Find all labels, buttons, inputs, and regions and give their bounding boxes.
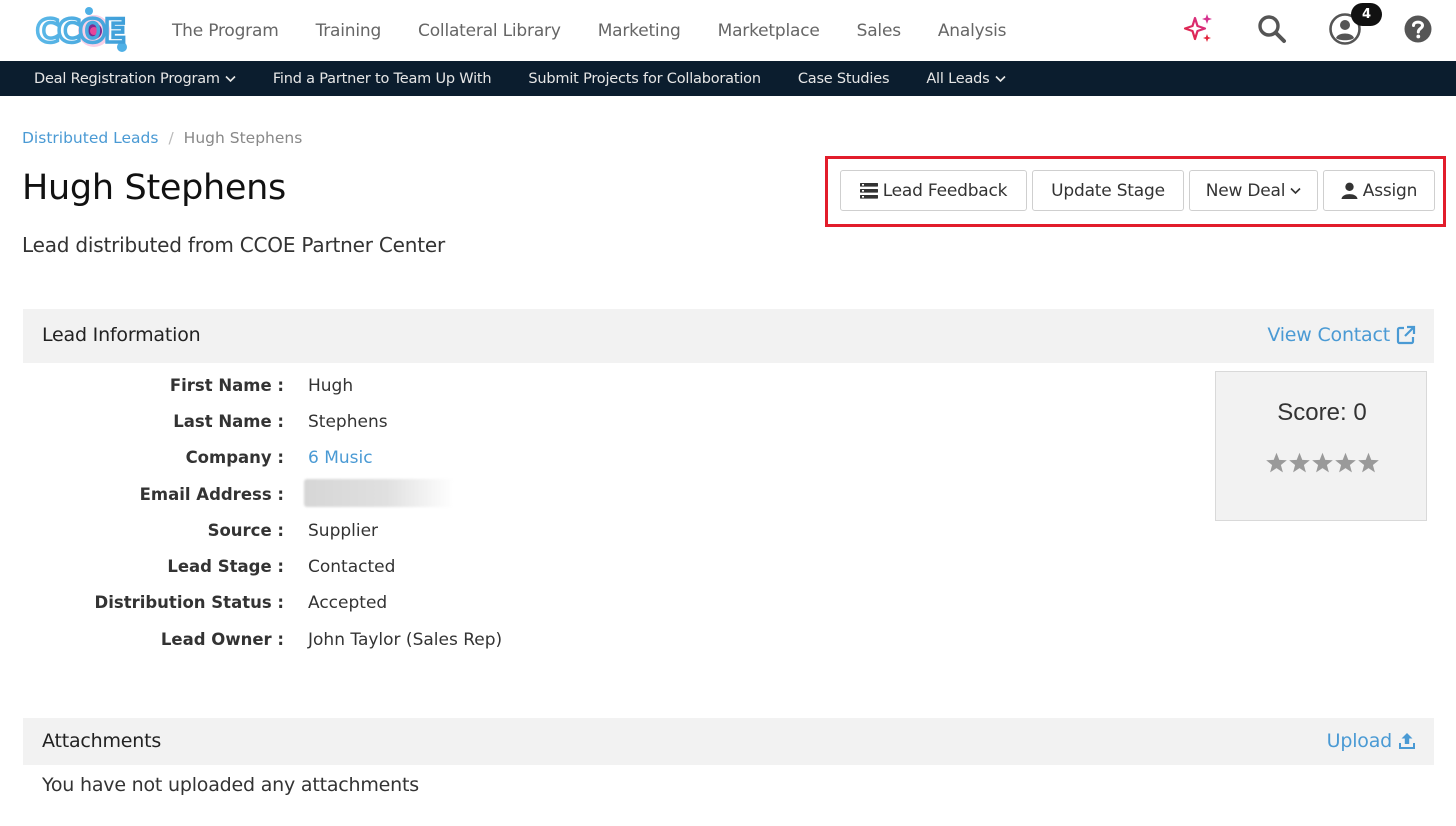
lead-feedback-button[interactable]: Lead Feedback (840, 170, 1027, 211)
sparkle-icon[interactable] (1181, 12, 1215, 46)
chevron-down-icon (1290, 187, 1301, 194)
field-label: Company : (185, 448, 284, 467)
help-icon[interactable] (1401, 12, 1435, 46)
subnav-submit-projects[interactable]: Submit Projects for Collaboration (528, 70, 761, 87)
subnav-label: All Leads (926, 70, 990, 87)
field-label: Distribution Status : (94, 593, 284, 612)
star-icon[interactable] (1311, 452, 1334, 474)
update-stage-label: Update Stage (1051, 180, 1165, 201)
score-value: Score: 0 (1277, 399, 1367, 426)
subnav-label: Deal Registration Program (34, 70, 220, 87)
nav-training[interactable]: Training (316, 21, 382, 41)
field-label: First Name : (169, 376, 284, 395)
field-value: Accepted (308, 593, 388, 613)
nav-marketplace[interactable]: Marketplace (718, 21, 820, 41)
subnav-label: Submit Projects for Collaboration (528, 70, 761, 87)
subnav-label: Case Studies (797, 70, 890, 87)
nav-the-program[interactable]: The Program (172, 21, 279, 41)
redacted-email (304, 479, 454, 507)
lead-feedback-label: Lead Feedback (882, 180, 1008, 201)
chevron-down-icon (994, 75, 1006, 82)
notification-badge: 4 (1351, 3, 1382, 26)
field-label: Lead Owner : (160, 630, 284, 649)
field-label: Source : (207, 521, 284, 540)
person-icon (1341, 182, 1358, 199)
lead-information-header: Lead Information View Contact (23, 309, 1434, 363)
field-email-address: Email Address : (0, 479, 700, 509)
update-stage-button[interactable]: Update Stage (1032, 170, 1184, 211)
upload-link[interactable]: Upload (1327, 730, 1416, 752)
field-value: Contacted (308, 557, 396, 577)
top-navbar: CCOE The Program Training Collateral Lib… (0, 0, 1456, 61)
nav-marketing[interactable]: Marketing (598, 21, 681, 41)
nav-collateral-library[interactable]: Collateral Library (418, 21, 561, 41)
external-link-icon (1396, 325, 1416, 345)
page-subtitle: Lead distributed from CCOE Partner Cente… (22, 233, 445, 257)
assign-label: Assign (1362, 180, 1418, 201)
star-rating (1216, 452, 1428, 474)
subnav-all-leads[interactable]: All Leads (926, 70, 1006, 87)
list-icon (859, 182, 878, 199)
no-attachments-message: You have not uploaded any attachments (42, 774, 419, 796)
company-link[interactable]: 6 Music (308, 448, 373, 468)
attachments-header: Attachments Upload (23, 718, 1434, 765)
field-company: Company : 6 Music (0, 448, 700, 472)
subnav-find-partner[interactable]: Find a Partner to Team Up With (273, 71, 492, 87)
field-value: Hugh (308, 376, 354, 396)
view-contact-label: View Contact (1267, 324, 1390, 346)
search-icon[interactable] (1255, 12, 1289, 46)
field-lead-stage: Lead Stage : Contacted (0, 557, 700, 581)
field-label: Lead Stage : (167, 557, 284, 576)
star-icon[interactable] (1357, 452, 1380, 474)
nav-sales[interactable]: Sales (857, 21, 901, 41)
new-deal-button[interactable]: New Deal (1189, 170, 1318, 211)
field-first-name: First Name : Hugh (0, 376, 700, 400)
star-icon[interactable] (1288, 452, 1311, 474)
breadcrumb-distributed-leads[interactable]: Distributed Leads (22, 129, 158, 147)
breadcrumb: Distributed Leads / Hugh Stephens (22, 129, 302, 147)
upload-icon (1399, 733, 1415, 749)
field-value: Supplier (308, 521, 379, 541)
field-last-name: Last Name : Stephens (0, 412, 700, 436)
ccoe-logo[interactable]: CCOE (34, 4, 132, 54)
score-card: Score: 0 (1215, 371, 1427, 521)
field-distribution-status: Distribution Status : Accepted (0, 593, 700, 617)
star-icon[interactable] (1265, 452, 1288, 474)
lead-information-title: Lead Information (42, 324, 201, 346)
field-lead-owner: Lead Owner : John Taylor (Sales Rep) (0, 630, 700, 654)
chevron-down-icon (225, 75, 236, 82)
field-label: Email Address : (139, 485, 284, 504)
attachments-title: Attachments (42, 730, 162, 752)
subnav-case-studies[interactable]: Case Studies (797, 70, 890, 87)
nav-analysis[interactable]: Analysis (938, 21, 1007, 41)
subnav-label: Find a Partner to Team Up With (272, 70, 492, 87)
secondary-navbar: Deal Registration Program Find a Partner… (0, 61, 1456, 96)
new-deal-label: New Deal (1205, 180, 1286, 201)
svg-text:CCOE: CCOE (36, 12, 124, 50)
subnav-deal-registration-program[interactable]: Deal Registration Program (34, 71, 236, 87)
assign-button[interactable]: Assign (1323, 170, 1435, 211)
page-title: Hugh Stephens (22, 168, 286, 208)
field-value: Stephens (308, 412, 388, 432)
field-label: Last Name : (173, 412, 284, 431)
view-contact-link[interactable]: View Contact (1267, 324, 1416, 346)
star-icon[interactable] (1334, 452, 1357, 474)
breadcrumb-separator: / (168, 129, 174, 147)
field-value: John Taylor (Sales Rep) (308, 630, 503, 650)
breadcrumb-current: Hugh Stephens (183, 129, 303, 147)
field-source: Source : Supplier (0, 521, 700, 545)
upload-label: Upload (1326, 730, 1393, 752)
